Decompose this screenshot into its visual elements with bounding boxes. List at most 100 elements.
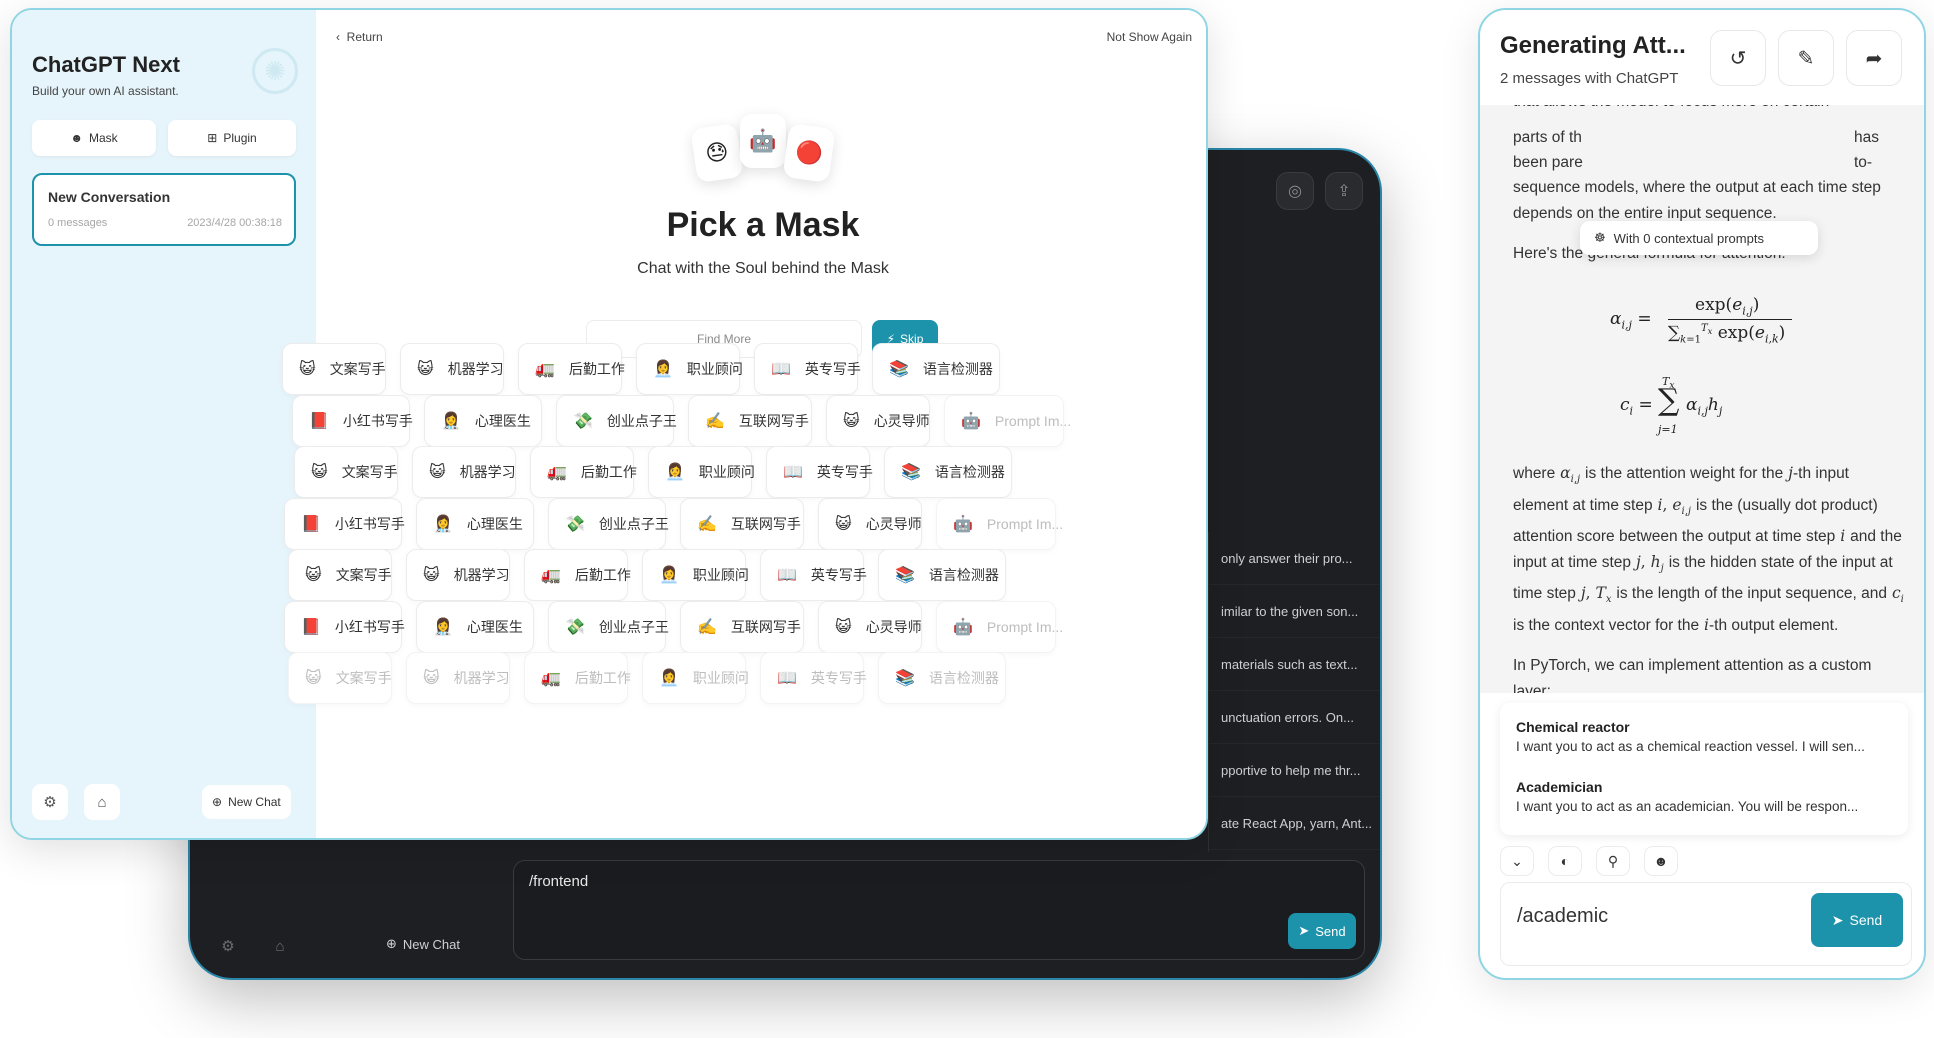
mask-chip-label: 互联网写手: [730, 516, 801, 532]
mask-chip[interactable]: 🚛 后勤工作: [530, 446, 637, 498]
conversation-item[interactable]: New Conversation 0 messages 2023/4/28 00…: [32, 173, 296, 246]
mask-chip[interactable]: 📕 小红书写手: [284, 498, 405, 550]
app-title: ChatGPT Next: [32, 52, 180, 77]
mask-chip-label: 互联网写手: [730, 619, 801, 635]
mask-chip[interactable]: 😺 心灵导师: [826, 395, 930, 447]
mask-chip[interactable]: 👩‍⚕️ 心理医生: [416, 601, 534, 653]
dark-prompt-item[interactable]: ate React App, yarn, Ant...: [1209, 797, 1380, 850]
mask-chip[interactable]: 📚 语言检测器: [878, 652, 1006, 704]
prompt-title[interactable]: Academician: [1516, 779, 1602, 795]
mask-chip[interactable]: 👩‍💼 职业顾问: [642, 549, 749, 601]
dark-github-icon[interactable]: ⌂: [262, 928, 298, 964]
mask-chip[interactable]: 📖 英专写手: [754, 343, 861, 395]
mask-chip-label: 机器学习: [459, 464, 516, 480]
mask-chip[interactable]: 💸 创业点子王: [548, 601, 669, 653]
message-text: to-: [1854, 154, 1873, 171]
mask-chip[interactable]: 🚛 后勤工作: [524, 652, 631, 704]
mask-chip-label: 创业点子王: [598, 516, 669, 532]
mask-chip[interactable]: 😺 心灵导师: [818, 601, 922, 653]
mask-chip[interactable]: 🚛 后勤工作: [524, 549, 631, 601]
mask-chip[interactable]: 👩‍💼 职业顾问: [642, 652, 749, 704]
mask-chip[interactable]: 🤖 Prompt Im...: [944, 395, 1071, 447]
mask-chip-label: 语言检测器: [922, 361, 993, 377]
mask-chip[interactable]: 😺 机器学习: [406, 549, 510, 601]
mask-chip[interactable]: ✍️ 互联网写手: [680, 498, 804, 550]
dark-send-button[interactable]: ➤ Send: [1288, 913, 1356, 949]
mask-chip[interactable]: 👩‍⚕️ 心理医生: [424, 395, 542, 447]
dark-chat-input[interactable]: /frontend ➤ Send: [513, 860, 1365, 960]
mask-emoji-icon: 📚: [889, 361, 909, 378]
share-icon[interactable]: ➦: [1846, 30, 1902, 86]
context-prompts-pill[interactable]: ☸ With 0 contextual prompts: [1580, 221, 1818, 255]
mask-chip-label: 机器学习: [453, 670, 510, 686]
mask-chip-label: 心理医生: [466, 619, 523, 635]
mask-chip[interactable]: 😺 文案写手: [282, 343, 386, 395]
mask-chip[interactable]: 🤖 Prompt Im...: [936, 498, 1063, 550]
main-app-window: ChatGPT Next Build your own AI assistant…: [10, 8, 1208, 840]
mask-chip-label: Prompt Im...: [986, 516, 1064, 532]
theme-icon[interactable]: ◐: [1548, 846, 1582, 876]
dark-prompt-item[interactable]: pportive to help me thr...: [1209, 744, 1380, 797]
mask-button[interactable]: ☻ Mask: [32, 120, 156, 156]
github-icon[interactable]: ⌂: [84, 784, 120, 820]
dark-settings-icon[interactable]: ⚙: [210, 928, 246, 964]
mask-chip[interactable]: 😺 机器学习: [406, 652, 510, 704]
mask-chip[interactable]: 😺 文案写手: [288, 652, 392, 704]
dark-new-chat-button[interactable]: ⊕ New Chat: [386, 936, 460, 952]
settings-icon[interactable]: ⚙: [32, 784, 68, 820]
scroll-down-icon[interactable]: ⌄: [1500, 846, 1534, 876]
dark-prompt-list: only answer their pro... imilar to the gi…: [1208, 532, 1380, 852]
mask-chip[interactable]: 😺 文案写手: [288, 549, 392, 601]
dark-export-icon[interactable]: ◎: [1276, 172, 1314, 210]
prompt-desc[interactable]: I want you to act as a chemical reaction…: [1516, 739, 1865, 754]
mask-chip-label: 英专写手: [810, 567, 867, 583]
mask-chip[interactable]: 😺 心灵导师: [818, 498, 922, 550]
mask-chip[interactable]: ✍️ 互联网写手: [680, 601, 804, 653]
mask-chip[interactable]: 🤖 Prompt Im...: [936, 601, 1063, 653]
mask-chip[interactable]: 📖 英专写手: [760, 549, 867, 601]
mask-icon[interactable]: ☻: [1644, 846, 1678, 876]
dark-prompt-item[interactable]: imilar to the given son...: [1209, 585, 1380, 638]
mask-chip[interactable]: 📖 英专写手: [766, 446, 873, 498]
new-chat-button[interactable]: ⊕ New Chat: [202, 785, 291, 819]
dark-prompt-item[interactable]: unctuation errors. On...: [1209, 691, 1380, 744]
mask-emoji-icon: 📖: [771, 361, 791, 378]
mask-chip-label: 职业顾问: [698, 464, 755, 480]
mask-chip-label: 机器学习: [453, 567, 510, 583]
reload-icon[interactable]: ↺: [1710, 30, 1766, 86]
mask-chip-label: 语言检测器: [928, 670, 999, 686]
prompt-suggestions: Chemical reactor I want you to act as a …: [1500, 703, 1908, 835]
mask-chip[interactable]: 💸 创业点子王: [548, 498, 669, 550]
mask-emoji-icon: 🚛: [535, 361, 555, 378]
mask-chip[interactable]: 📕 小红书写手: [292, 395, 413, 447]
prompt-title[interactable]: Chemical reactor: [1516, 719, 1630, 735]
dark-prompt-item[interactable]: only answer their pro...: [1209, 532, 1380, 585]
mask-chip[interactable]: 📚 语言检测器: [884, 446, 1012, 498]
mask-chip[interactable]: 💸 创业点子王: [556, 395, 677, 447]
mask-chip[interactable]: 🚛 后勤工作: [518, 343, 625, 395]
edit-icon[interactable]: ✎: [1778, 30, 1834, 86]
send-button[interactable]: ➤ Send: [1811, 893, 1903, 947]
mask-chip[interactable]: 📕 小红书写手: [284, 601, 405, 653]
dark-prompt-item[interactable]: materials such as text...: [1209, 638, 1380, 691]
mask-chip[interactable]: 📚 语言检测器: [872, 343, 1000, 395]
mask-chip[interactable]: 👩‍💼 职业顾问: [636, 343, 743, 395]
mask-chip[interactable]: ✍️ 互联网写手: [688, 395, 812, 447]
mask-chip[interactable]: 👩‍⚕️ 心理医生: [416, 498, 534, 550]
prompt-desc[interactable]: I want you to act as an academician. You…: [1516, 799, 1858, 814]
mask-chip[interactable]: 😺 机器学习: [412, 446, 516, 498]
plugin-button[interactable]: ⊞ Plugin: [168, 120, 296, 156]
mask-emoji-icon: 👩‍⚕️: [433, 619, 453, 636]
mask-chip[interactable]: 📖 英专写手: [760, 652, 867, 704]
mask-emoji-icon: 😺: [311, 464, 328, 481]
chat-input[interactable]: /academic ➤ Send: [1500, 882, 1912, 966]
mask-chip[interactable]: 😺 文案写手: [294, 446, 398, 498]
mask-chip[interactable]: 📚 语言检测器: [878, 549, 1006, 601]
mask-chip[interactable]: 😺 机器学习: [400, 343, 504, 395]
mask-emoji-icon: 💸: [565, 619, 585, 636]
message-text: where αi,j is the attention weight for t…: [1513, 464, 1904, 634]
prompt-hint-icon[interactable]: ⚲: [1596, 846, 1630, 876]
dark-share-icon[interactable]: ⇪: [1325, 172, 1363, 210]
mask-emoji-icon: 😺: [299, 361, 316, 378]
mask-chip[interactable]: 👩‍💼 职业顾问: [648, 446, 755, 498]
